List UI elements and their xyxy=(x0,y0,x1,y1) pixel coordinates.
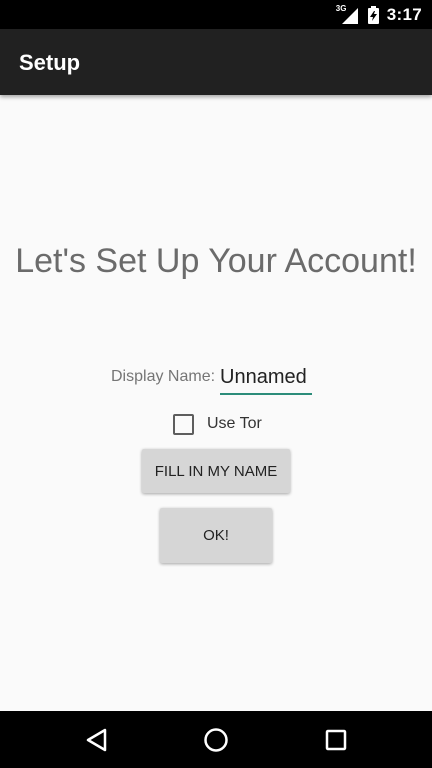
status-icons: 3G 3:17 xyxy=(336,4,422,25)
use-tor-checkbox[interactable] xyxy=(173,413,194,435)
page-title: Setup xyxy=(19,50,81,75)
ok-button[interactable]: OK! xyxy=(160,508,272,563)
use-tor-row[interactable]: Use Tor xyxy=(173,413,262,435)
display-name-row: Display Name: xyxy=(111,363,313,395)
setup-content: Let's Set Up Your Account! Display Name:… xyxy=(0,95,432,711)
use-tor-label[interactable]: Use Tor xyxy=(207,414,262,434)
display-name-label: Display Name: xyxy=(111,368,216,385)
fill-in-name-button[interactable]: FILL IN MY NAME xyxy=(142,449,290,493)
clock: 3:17 xyxy=(386,4,422,24)
app-bar: Setup xyxy=(0,29,432,95)
back-icon[interactable] xyxy=(82,725,112,755)
headline: Let's Set Up Your Account! xyxy=(15,242,417,280)
signal-icon: 3G xyxy=(336,4,360,24)
battery-icon xyxy=(367,5,379,24)
recent-apps-icon[interactable] xyxy=(321,725,351,755)
home-icon[interactable] xyxy=(201,725,231,755)
status-bar: 3G 3:17 xyxy=(0,0,432,29)
navigation-bar xyxy=(0,711,432,768)
display-name-input[interactable] xyxy=(220,364,313,395)
